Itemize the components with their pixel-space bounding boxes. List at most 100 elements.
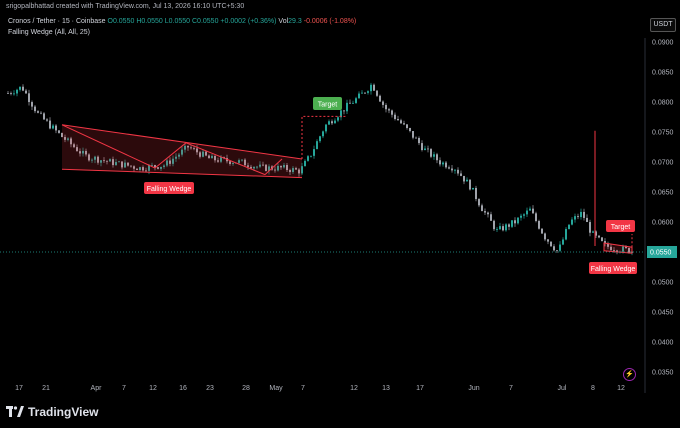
symbol-title[interactable]: Cronos / Tether · 15 · Coinbase (8, 18, 106, 25)
currency-button[interactable]: USDT (650, 18, 676, 32)
candle-body (25, 90, 27, 94)
tradingview-logo-icon (6, 406, 24, 417)
candle-body (526, 210, 528, 215)
candle-body (19, 86, 21, 90)
candle-body (601, 237, 603, 242)
candle-body (424, 148, 426, 151)
candle-body (487, 212, 489, 215)
brand-name: TradingView (28, 405, 99, 419)
candle-body (505, 224, 507, 231)
candle-body (307, 156, 309, 161)
candle-body (373, 84, 375, 91)
candle-body (496, 229, 498, 230)
candle-body (598, 235, 600, 238)
candle-body (430, 149, 432, 157)
candle-body (58, 130, 60, 133)
candle-body (499, 226, 501, 230)
volume-label: Vol (278, 18, 289, 25)
candle-body (481, 205, 483, 212)
candle-body (571, 219, 573, 225)
candle-body (334, 120, 336, 124)
indicator-legend[interactable]: Falling Wedge (All, All, 25) (8, 29, 90, 36)
falling-wedge-area (62, 124, 302, 178)
candle-body (7, 93, 9, 94)
candle-body (343, 110, 345, 112)
x-tick-label: 7 (301, 385, 305, 392)
candle-body (304, 160, 306, 167)
candle-body (409, 128, 411, 132)
candle-body (388, 109, 390, 111)
close-value: C0.0550 (192, 18, 219, 25)
candle-body (562, 239, 564, 245)
y-tick-label: 0.0700 (652, 160, 674, 167)
candle-body (406, 124, 408, 129)
low-value: L0.0550 (164, 18, 191, 25)
candle-body (421, 143, 423, 151)
candle-body (331, 121, 333, 124)
candle-body (376, 90, 378, 96)
candle-body (316, 141, 318, 150)
x-tick-label: 13 (382, 385, 390, 392)
candle-body (394, 114, 396, 119)
candle-body (40, 112, 42, 114)
candle-body (16, 89, 18, 94)
candle-body (463, 175, 465, 182)
target-2-label: Target (611, 224, 631, 231)
candle-body (589, 222, 591, 233)
candle-body (469, 179, 471, 190)
price-chart[interactable]: 0.0900 0.0850 0.0800 0.0750 0.0700 0.0650 0.06… (0, 0, 680, 428)
candle-body (466, 179, 468, 182)
candle-body (529, 208, 531, 211)
candle-body (379, 95, 381, 102)
candle-body (550, 241, 552, 247)
footer-bar (0, 396, 680, 428)
volume-change: -0.0006 (-1.08%) (303, 18, 357, 25)
last-price-label: 0.0550 (650, 250, 672, 257)
candle-body (436, 154, 438, 161)
candle-body (400, 120, 402, 124)
candle-body (556, 250, 558, 252)
candle-body (451, 168, 453, 171)
candle-body (472, 187, 474, 190)
lightning-icon[interactable]: ⚡ (623, 368, 636, 381)
candle-body (310, 155, 312, 157)
y-tick-label: 0.0500 (652, 280, 674, 287)
candle-body (382, 101, 384, 105)
candle-body (412, 131, 414, 138)
candle-body (520, 215, 522, 218)
target-dotted-line (301, 115, 346, 159)
x-tick-label: 21 (42, 385, 50, 392)
candle-body (355, 98, 357, 103)
candle-body (523, 214, 525, 216)
y-tick-label: 0.0450 (652, 310, 674, 317)
candle-body (478, 199, 480, 206)
candle-body (442, 162, 444, 165)
candle-body (511, 220, 513, 227)
candle-body (448, 167, 450, 169)
candle-body (22, 86, 24, 91)
x-tick-label: Jun (468, 385, 479, 392)
y-tick-label: 0.0600 (652, 220, 674, 227)
y-tick-label: 0.0900 (652, 40, 674, 47)
target-label: Target (318, 102, 338, 109)
x-tick-label: 12 (617, 385, 625, 392)
candle-body (439, 160, 441, 165)
x-tick-label: 17 (15, 385, 23, 392)
candle-body (577, 216, 579, 218)
y-tick-label: 0.0650 (652, 190, 674, 197)
x-tick-label: 28 (242, 385, 250, 392)
candle-body (547, 239, 549, 242)
candle-body (559, 244, 561, 251)
candle-body (460, 173, 462, 176)
candle-body (34, 106, 36, 112)
candle-body (46, 119, 48, 121)
creator-line: srigopalbhattad created with TradingView… (6, 3, 245, 10)
candle-body (418, 137, 420, 144)
high-value: H0.0550 (136, 18, 163, 25)
candle-body (592, 231, 594, 233)
candle-body (352, 102, 354, 104)
x-tick-label: 17 (416, 385, 424, 392)
open-value: O0.0550 (107, 18, 135, 25)
x-tick-label: 23 (206, 385, 214, 392)
x-tick-label: Apr (91, 385, 103, 392)
